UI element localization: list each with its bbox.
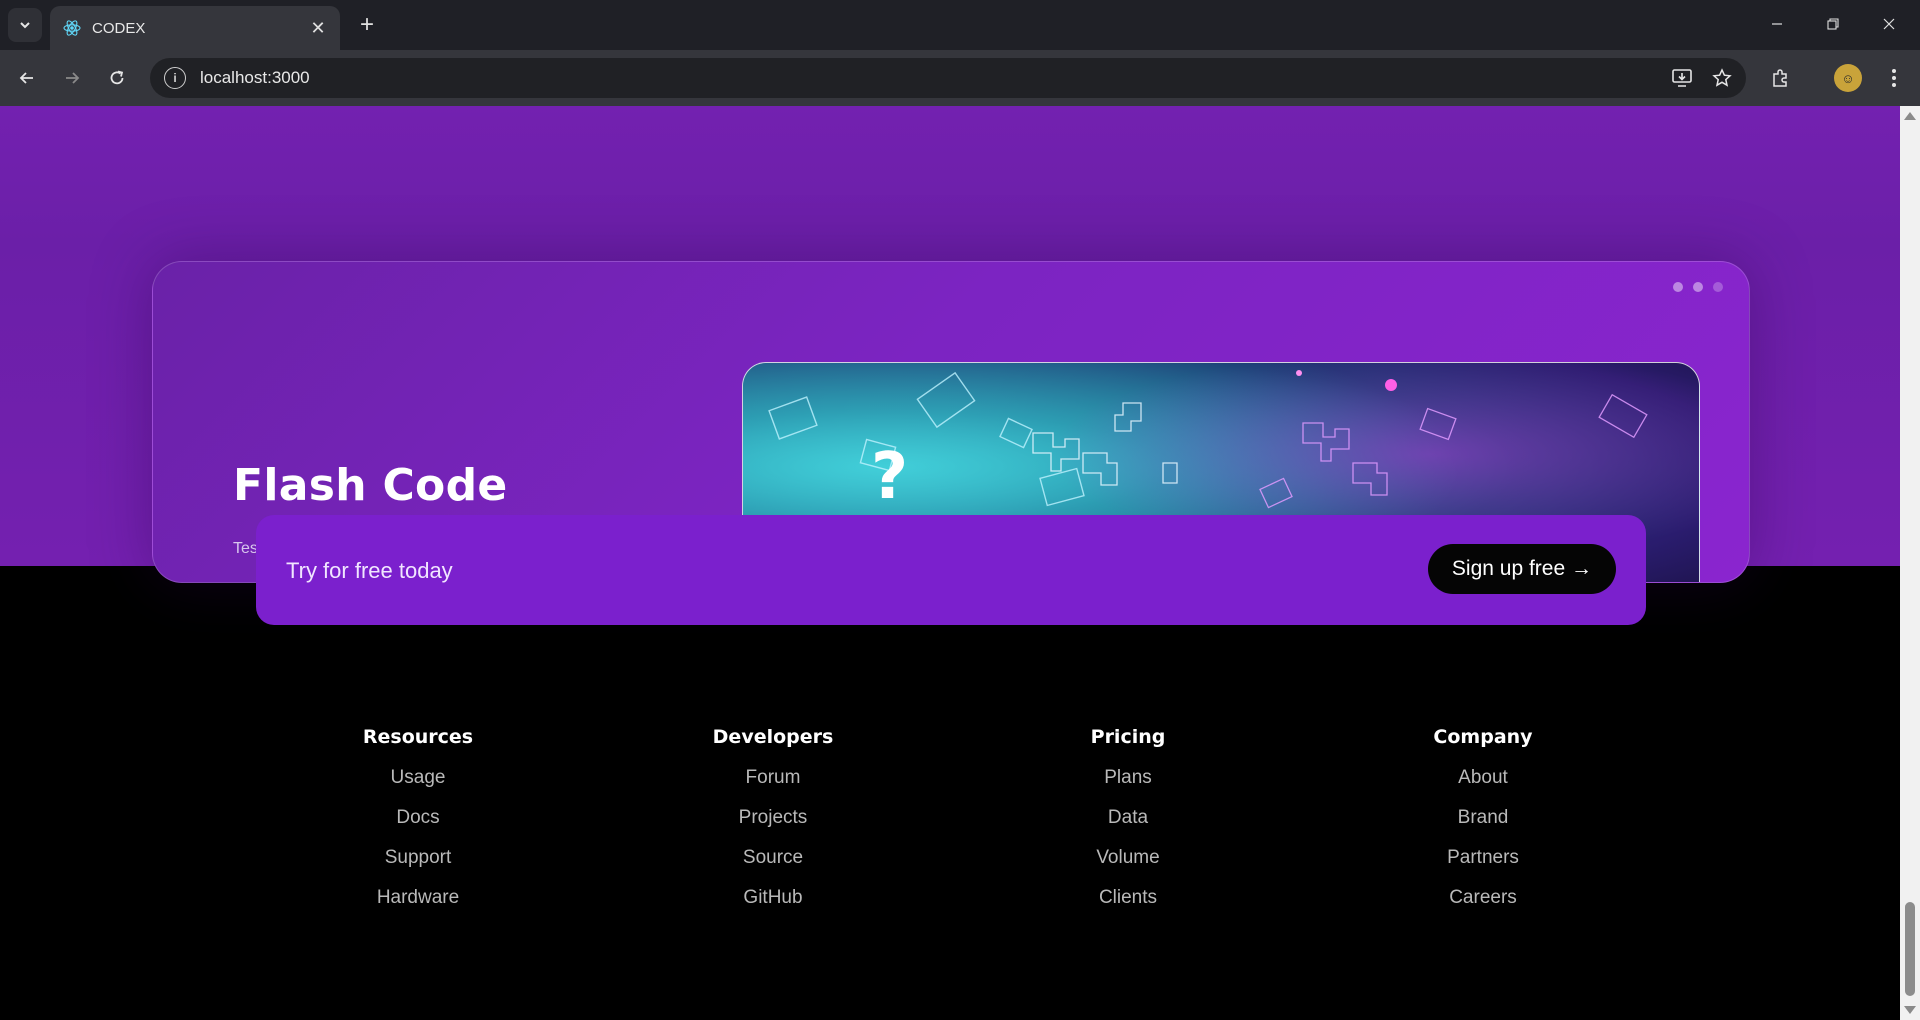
new-tab-button[interactable]: + [352,10,382,40]
restore-icon[interactable] [1810,8,1856,40]
footer-link[interactable]: Data [1008,798,1248,838]
footer-heading: Pricing [1090,726,1166,748]
install-app-icon[interactable] [1666,62,1698,94]
browser-toolbar: i localhost:3000 [0,50,1920,106]
react-icon [62,18,82,38]
footer-link[interactable]: Projects [653,798,893,838]
browser-tab[interactable]: CODEX ✕ [50,6,340,50]
chevron-down-icon [20,22,30,29]
puzzle-icon[interactable] [1764,62,1796,94]
star-icon[interactable] [1706,62,1738,94]
footer-column-resources: Resources Usage Docs Support Hardware [298,726,538,918]
tab-search-button[interactable] [8,8,42,42]
close-tab-icon[interactable]: ✕ [304,14,332,42]
footer-link[interactable]: Brand [1363,798,1603,838]
card-description: Tes [233,540,258,557]
carousel-dot[interactable] [1713,282,1723,292]
scroll-down-icon[interactable] [1904,1006,1916,1014]
footer-link[interactable]: Partners [1363,838,1603,878]
footer-link[interactable]: Forum [653,758,893,798]
footer-link[interactable]: Source [653,838,893,878]
footer-heading: Developers [712,726,834,748]
footer-column-pricing: Pricing Plans Data Volume Clients [1008,726,1248,918]
footer-heading: Resources [362,726,474,748]
footer-heading: Company [1433,726,1533,748]
footer-link[interactable]: Hardware [298,878,538,918]
kebab-menu-icon[interactable] [1878,62,1910,94]
footer-link[interactable]: Volume [1008,838,1248,878]
tab-bar: CODEX ✕ + [0,0,1920,50]
hero-section: Flash Code Tes ? [0,106,1900,583]
tab-title: CODEX [92,19,146,37]
cta-banner: Try for free today Sign up free → [256,515,1646,625]
url-text[interactable]: localhost:3000 [200,68,1666,88]
footer-link[interactable]: Plans [1008,758,1248,798]
minimize-icon[interactable] [1754,8,1800,40]
carousel-dot[interactable] [1693,282,1703,292]
footer-column-company: Company About Brand Partners Careers [1363,726,1603,918]
footer-link[interactable]: Docs [298,798,538,838]
address-bar[interactable]: i localhost:3000 [150,58,1746,98]
cta-text: Try for free today [286,558,453,583]
close-window-icon[interactable] [1866,8,1912,40]
reload-icon[interactable] [101,62,133,94]
page-viewport: Flash Code Tes ? Try for free today Sign… [0,106,1900,1020]
scroll-up-icon[interactable] [1904,112,1916,120]
back-icon[interactable] [11,62,43,94]
sign-up-button[interactable]: Sign up free → [1427,544,1616,594]
footer-column-developers: Developers Forum Projects Source GitHub [653,726,893,918]
page-scrollbar[interactable] [1900,106,1920,1020]
forward-icon[interactable] [56,62,88,94]
footer-link[interactable]: Careers [1363,878,1603,918]
footer-link[interactable]: Support [298,838,538,878]
info-icon[interactable]: i [164,67,186,89]
profile-avatar[interactable]: ☺ [1834,64,1862,92]
footer-link[interactable]: Usage [298,758,538,798]
carousel-dot[interactable] [1673,282,1683,292]
footer-link[interactable]: Clients [1008,878,1248,918]
carousel-dots [1673,282,1723,292]
scrollbar-thumb[interactable] [1905,902,1915,996]
card-title: Flash Code [233,460,508,511]
footer-link[interactable]: GitHub [653,878,893,918]
footer-link[interactable]: About [1363,758,1603,798]
svg-text:?: ? [871,440,908,514]
